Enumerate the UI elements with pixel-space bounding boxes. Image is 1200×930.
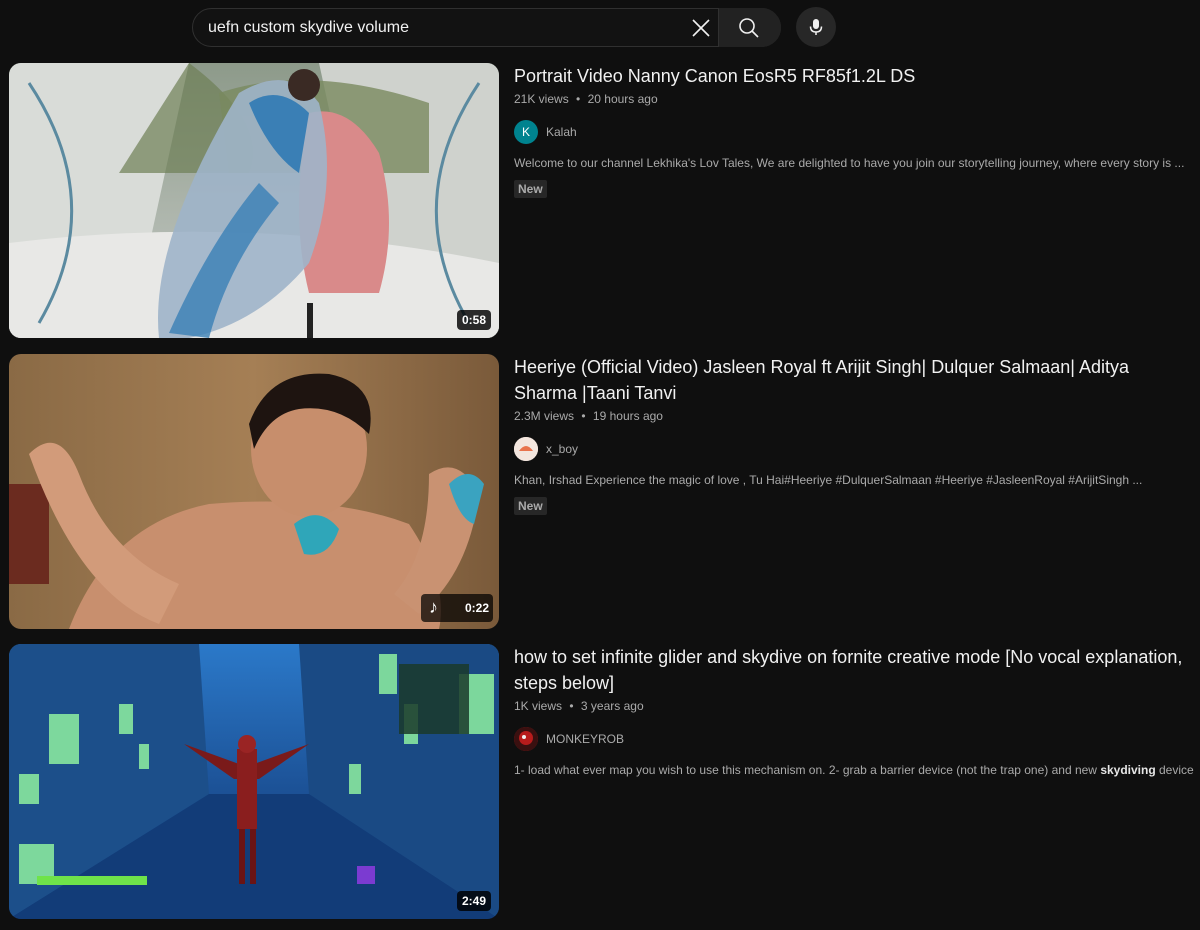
video-title[interactable]: Heeriye (Official Video) Jasleen Royal f…	[514, 354, 1194, 406]
view-count: 1K views	[514, 699, 563, 713]
music-note-icon: ♪	[429, 597, 438, 617]
channel-avatar[interactable]	[514, 437, 538, 461]
video-info: Portrait Video Nanny Canon EosR5 RF85f1.…	[514, 63, 1194, 198]
channel-row[interactable]: x_boy	[514, 437, 1194, 461]
channel-row[interactable]: MONKEYROB	[514, 727, 1194, 751]
video-thumbnail[interactable]: ♪ 0:22	[9, 354, 499, 629]
thumbnail-image	[9, 354, 499, 629]
video-duration: 0:58	[456, 310, 491, 330]
avatar-image	[514, 437, 538, 461]
video-title[interactable]: Portrait Video Nanny Canon EosR5 RF85f1.…	[514, 63, 1194, 89]
video-meta: 21K views • 20 hours ago	[514, 90, 1194, 108]
search-input[interactable]	[208, 9, 678, 46]
video-result[interactable]: 0:58 Portrait Video Nanny Canon EosR5 RF…	[9, 63, 1194, 339]
video-title[interactable]: how to set infinite glider and skydive o…	[514, 644, 1194, 696]
channel-avatar[interactable]: K	[514, 120, 538, 144]
view-count: 2.3M views	[514, 409, 575, 423]
video-meta: 2.3M views • 19 hours ago	[514, 407, 1194, 425]
clear-search-button[interactable]	[687, 14, 715, 42]
video-description: Khan, Irshad Experience the magic of lov…	[514, 473, 1143, 487]
search-button[interactable]	[718, 8, 781, 47]
thumbnail-image	[9, 644, 499, 919]
channel-name[interactable]: x_boy	[546, 442, 578, 456]
video-result[interactable]: ♪ 0:22 Heeriye (Official Video) Jasleen …	[9, 354, 1194, 630]
description-highlight: skydiving	[1100, 763, 1156, 777]
upload-age: 3 years ago	[580, 699, 644, 713]
search-icon	[739, 18, 759, 38]
meta-separator: •	[576, 92, 581, 106]
video-description: 1- load what ever map you wish to use th…	[514, 761, 1194, 779]
meta-separator: •	[581, 409, 586, 423]
view-count: 21K views	[514, 92, 569, 106]
music-badge: ♪ 0:22	[421, 594, 493, 622]
video-info: Heeriye (Official Video) Jasleen Royal f…	[514, 354, 1194, 515]
video-description: Welcome to our channel Lekhika's Lov Tal…	[514, 156, 1185, 170]
microphone-icon	[809, 19, 823, 35]
description-text: 1- load what ever map you wish to use th…	[514, 763, 1101, 777]
new-badge: New	[514, 180, 547, 198]
voice-search-button[interactable]	[796, 7, 836, 47]
upload-age: 20 hours ago	[587, 92, 658, 106]
video-thumbnail[interactable]: 0:58	[9, 63, 499, 338]
video-duration: 2:49	[456, 891, 491, 911]
video-result[interactable]: 2:49 how to set infinite glider and skyd…	[9, 644, 1194, 920]
channel-name[interactable]: Kalah	[546, 125, 577, 139]
video-duration: 0:22	[465, 601, 490, 615]
channel-avatar[interactable]	[514, 727, 538, 751]
channel-row[interactable]: K Kalah	[514, 120, 1194, 144]
channel-name[interactable]: MONKEYROB	[546, 732, 624, 746]
video-meta: 1K views • 3 years ago	[514, 697, 1194, 715]
top-bar	[0, 0, 1200, 54]
description-text: device ...	[1159, 763, 1194, 777]
video-info: how to set infinite glider and skydive o…	[514, 644, 1194, 779]
search-box	[192, 8, 781, 47]
close-icon	[692, 19, 710, 37]
video-thumbnail[interactable]: 2:49	[9, 644, 499, 919]
thumbnail-image	[9, 63, 499, 338]
new-badge: New	[514, 497, 547, 515]
meta-separator: •	[569, 699, 574, 713]
upload-age: 19 hours ago	[592, 409, 663, 423]
avatar-image	[514, 727, 538, 751]
